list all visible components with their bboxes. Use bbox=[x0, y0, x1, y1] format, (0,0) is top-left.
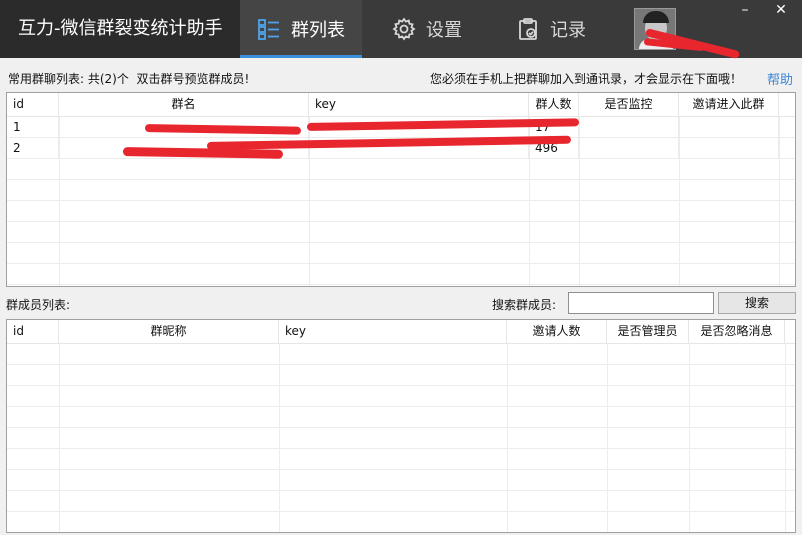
column-header[interactable]: 是否管理员 bbox=[607, 320, 689, 344]
column-header[interactable]: 群名 bbox=[59, 93, 309, 117]
column-header[interactable]: id bbox=[7, 320, 59, 344]
table-row bbox=[7, 407, 795, 428]
column-header[interactable]: 群人数 bbox=[529, 93, 579, 117]
gear-icon bbox=[392, 17, 416, 41]
members-table[interactable]: id 群昵称 key 邀请人数 是否管理员 是否忽略消息 bbox=[6, 319, 796, 533]
search-button[interactable]: 搜索 bbox=[718, 292, 796, 314]
cell-monitor[interactable] bbox=[579, 117, 679, 138]
close-button[interactable]: ✕ bbox=[770, 0, 792, 22]
minimize-button[interactable]: – bbox=[734, 0, 756, 22]
table-row bbox=[7, 449, 795, 470]
clipboard-check-icon bbox=[519, 18, 537, 40]
table-row bbox=[7, 491, 795, 512]
search-members-label: 搜索群成员: bbox=[492, 298, 557, 312]
notice-text: 您必须在手机上把群聊加入到通讯录，才会显示在下面哦！ bbox=[430, 72, 743, 86]
cell-invite[interactable] bbox=[679, 138, 779, 159]
column-header[interactable]: key bbox=[309, 93, 529, 117]
column-header[interactable]: id bbox=[7, 93, 59, 117]
group-count-text: 常用群聊列表: 共(2)个 bbox=[8, 72, 129, 86]
column-header[interactable]: 是否忽略消息 bbox=[689, 320, 785, 344]
tab-group-list-label: 群列表 bbox=[291, 20, 345, 41]
tab-settings-label: 设置 bbox=[426, 20, 462, 41]
table-row bbox=[7, 222, 795, 243]
table-row bbox=[7, 512, 795, 532]
cell-id: 1 bbox=[7, 117, 59, 138]
tab-settings[interactable]: 设置 bbox=[392, 0, 462, 58]
groups-table[interactable]: id 群名 key 群人数 是否监控 邀请进入此群 1 17 2 496 bbox=[6, 92, 796, 287]
table-row bbox=[7, 264, 795, 285]
list-icon bbox=[258, 19, 279, 40]
column-header[interactable]: key bbox=[279, 320, 507, 344]
preview-hint-text: 双击群号预览群成员! bbox=[136, 72, 250, 86]
cell-invite[interactable] bbox=[679, 117, 779, 138]
tab-group-list[interactable]: 群列表 bbox=[240, 0, 362, 58]
table-row bbox=[7, 365, 795, 386]
column-header[interactable]: 群昵称 bbox=[59, 320, 279, 344]
table-row bbox=[7, 386, 795, 407]
members-list-label: 群成员列表: bbox=[6, 298, 71, 312]
column-header[interactable]: 邀请人数 bbox=[507, 320, 607, 344]
table-row bbox=[7, 180, 795, 201]
groups-table-header: id 群名 key 群人数 是否监控 邀请进入此群 bbox=[7, 93, 795, 117]
table-row bbox=[7, 428, 795, 449]
table-row bbox=[7, 201, 795, 222]
column-header[interactable]: 邀请进入此群 bbox=[679, 93, 779, 117]
table-row bbox=[7, 470, 795, 491]
table-row bbox=[7, 159, 795, 180]
group-count-info: 常用群聊列表: 共(2)个 双击群号预览群成员! bbox=[8, 70, 249, 87]
active-tab-indicator bbox=[240, 55, 362, 58]
search-members-input[interactable] bbox=[568, 292, 714, 314]
table-row bbox=[7, 344, 795, 365]
column-header[interactable]: 是否监控 bbox=[579, 93, 679, 117]
tab-records[interactable]: 记录 bbox=[516, 0, 586, 58]
members-table-header: id 群昵称 key 邀请人数 是否管理员 是否忽略消息 bbox=[7, 320, 795, 344]
title-bar: 互力-微信群裂变统计助手 群列表 设置 记录 – ✕ bbox=[0, 0, 802, 60]
table-row bbox=[7, 243, 795, 264]
help-link[interactable]: 帮助 bbox=[767, 69, 793, 88]
tab-records-label: 记录 bbox=[550, 20, 586, 41]
cell-id: 2 bbox=[7, 138, 59, 159]
app-title: 互力-微信群裂变统计助手 bbox=[0, 0, 240, 58]
cell-monitor[interactable] bbox=[579, 138, 679, 159]
